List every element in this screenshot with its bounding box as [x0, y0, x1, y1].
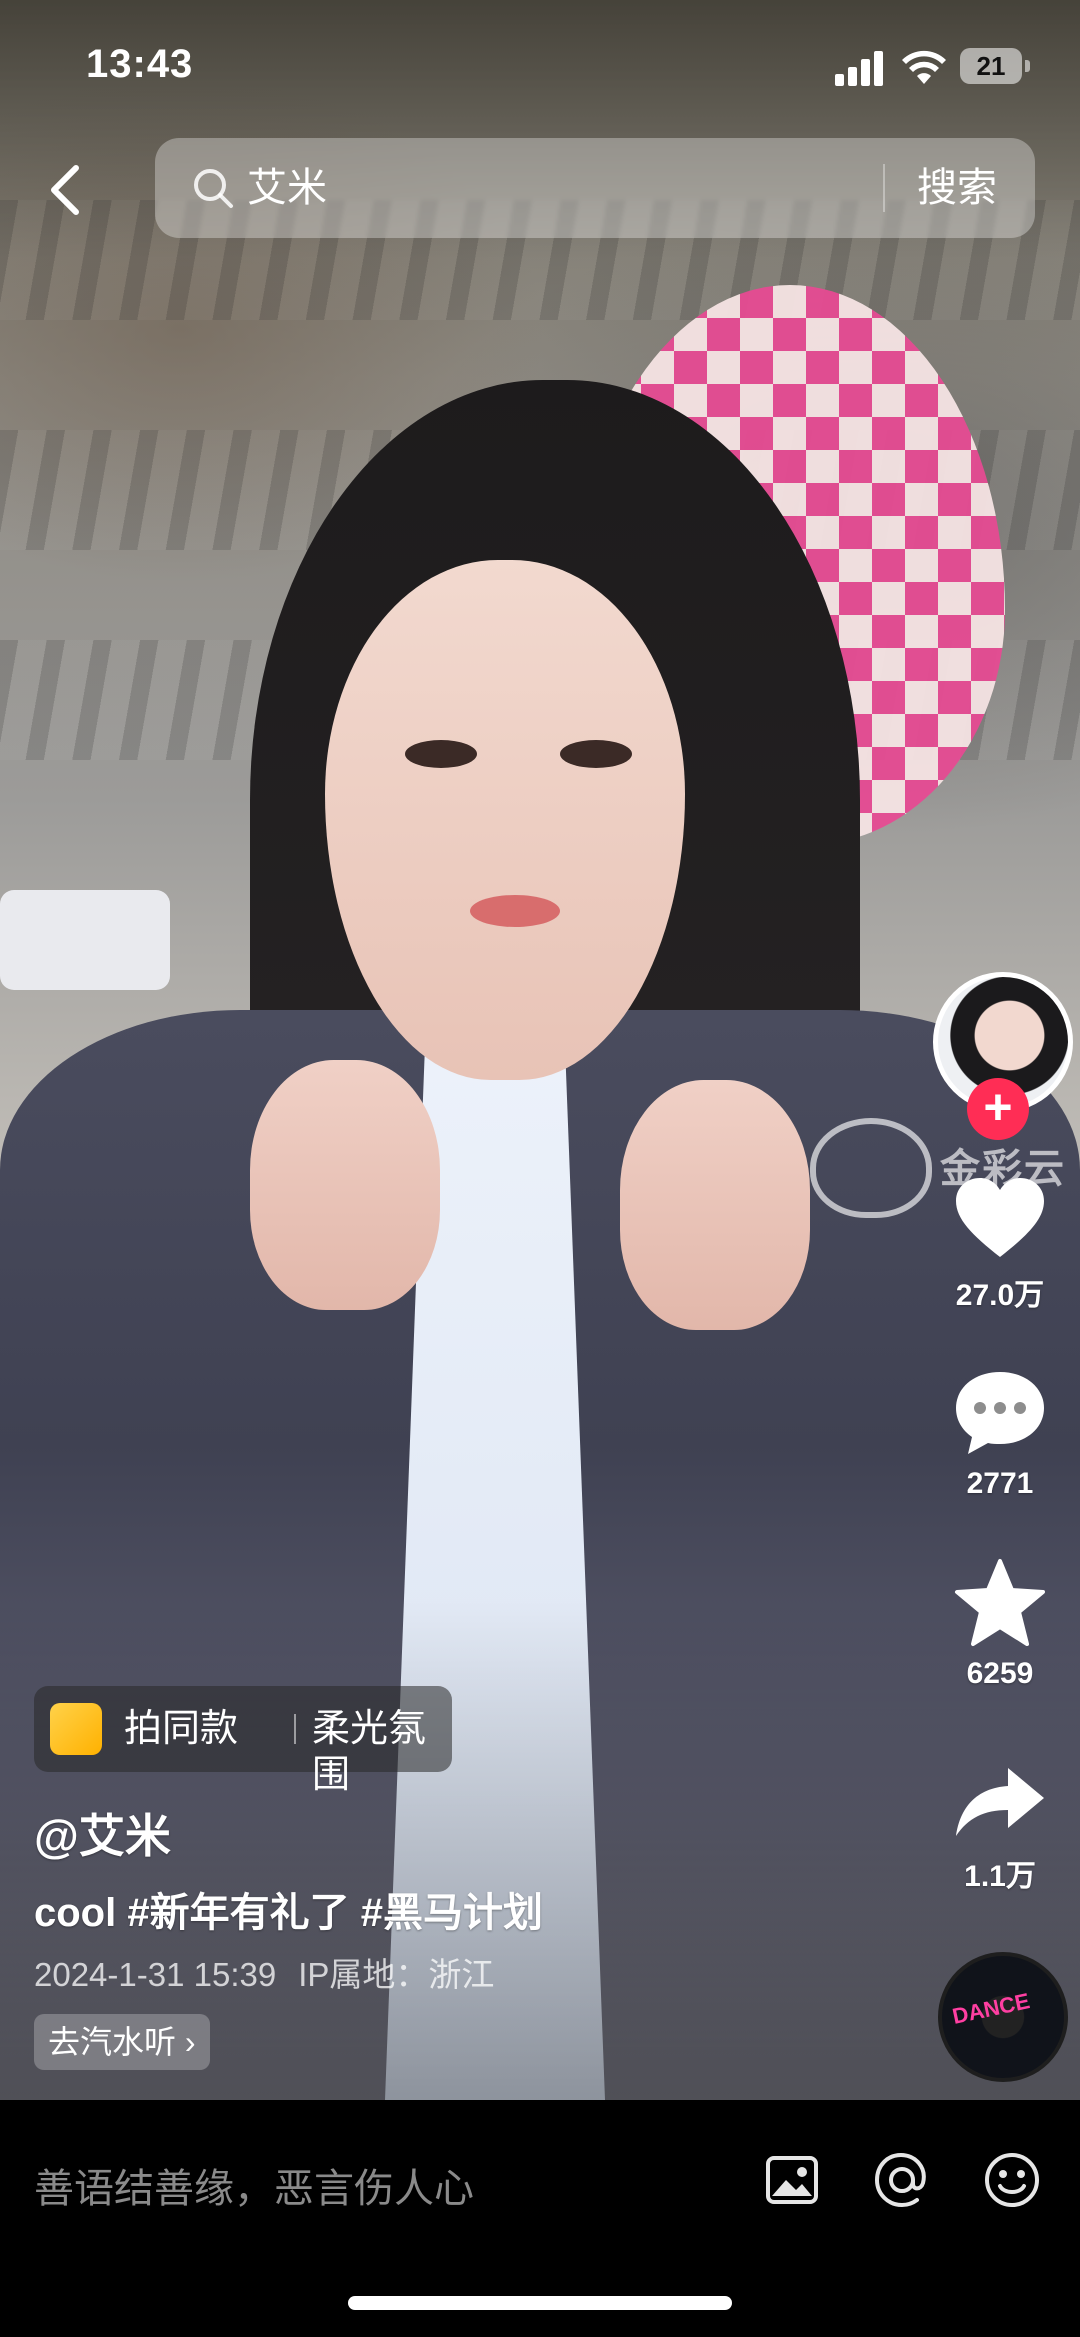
post-meta: 2024-1-31 15:39 IP属地：浙江: [34, 1948, 516, 1996]
van-image: [0, 890, 170, 990]
watermark-mascot-icon: [810, 1118, 932, 1218]
status-time: 13:43: [86, 42, 194, 86]
post-date: 2024-1-31 15:39: [34, 1956, 277, 1993]
person-eye: [405, 740, 477, 768]
search-bar[interactable]: 艾米 搜索: [155, 138, 1035, 238]
comment-count: 2771: [966, 1467, 1034, 1500]
status-bar: 13:43 21: [0, 0, 1080, 130]
like-count: 27.0万: [955, 1279, 1045, 1312]
video-frame[interactable]: [0, 0, 1080, 2100]
music-disc[interactable]: DANCE: [938, 1952, 1068, 2082]
heart-icon: [956, 1178, 1044, 1257]
effect-tag-divider: [294, 1714, 296, 1744]
person-face: [325, 560, 685, 1080]
back-arrow-icon[interactable]: [38, 160, 98, 220]
signal-icon: [835, 50, 887, 86]
chevron-right-icon: ›: [176, 2024, 196, 2060]
comment-bubble-icon: [956, 1372, 1044, 1454]
image-icon[interactable]: [762, 2150, 822, 2210]
search-icon: [194, 169, 233, 208]
listen-link-label: 去汽水听: [48, 2024, 177, 2060]
share-arrow-icon: [956, 1768, 1044, 1836]
comment-input[interactable]: 善语结善缘，恶言伤人心: [34, 2156, 474, 2214]
battery-icon: 21: [960, 48, 1030, 84]
thumbs-up-hand: [620, 1080, 810, 1330]
effect-tag-label: 拍同款: [124, 1708, 239, 1750]
comment-button[interactable]: 2771: [940, 1368, 1060, 1501]
post-caption[interactable]: cool #新年有礼了 #黑马计划: [34, 1880, 543, 1938]
share-button[interactable]: 1.1万: [940, 1762, 1060, 1895]
favorite-button[interactable]: 6259: [940, 1558, 1060, 1691]
mention-at-icon[interactable]: [872, 2150, 932, 2210]
person-mouth: [470, 895, 560, 927]
effect-name: 柔光氛围: [312, 1708, 427, 1796]
effect-tag[interactable]: 拍同款 柔光氛围: [34, 1686, 452, 1796]
favorite-count: 6259: [966, 1657, 1034, 1690]
search-divider: [883, 164, 885, 212]
wifi-icon: [902, 50, 946, 84]
listen-link[interactable]: 去汽水听 ›: [34, 2014, 210, 2070]
share-count: 1.1万: [964, 1860, 1036, 1893]
thumbs-up-hand: [250, 1060, 440, 1310]
person-eye: [560, 740, 632, 768]
like-button[interactable]: 27.0万: [940, 1175, 1060, 1314]
home-indicator: [348, 2296, 732, 2310]
search-button[interactable]: 搜索: [917, 160, 997, 216]
music-disc-label: DANCE: [950, 1988, 1032, 2029]
ip-location: IP属地：浙江: [298, 1956, 495, 1993]
sparkle-icon: [50, 1703, 102, 1755]
author-name[interactable]: @艾米: [34, 1800, 171, 1866]
search-input[interactable]: 艾米: [247, 162, 327, 214]
emoji-icon[interactable]: [982, 2150, 1042, 2210]
star-icon: [955, 1559, 1045, 1646]
